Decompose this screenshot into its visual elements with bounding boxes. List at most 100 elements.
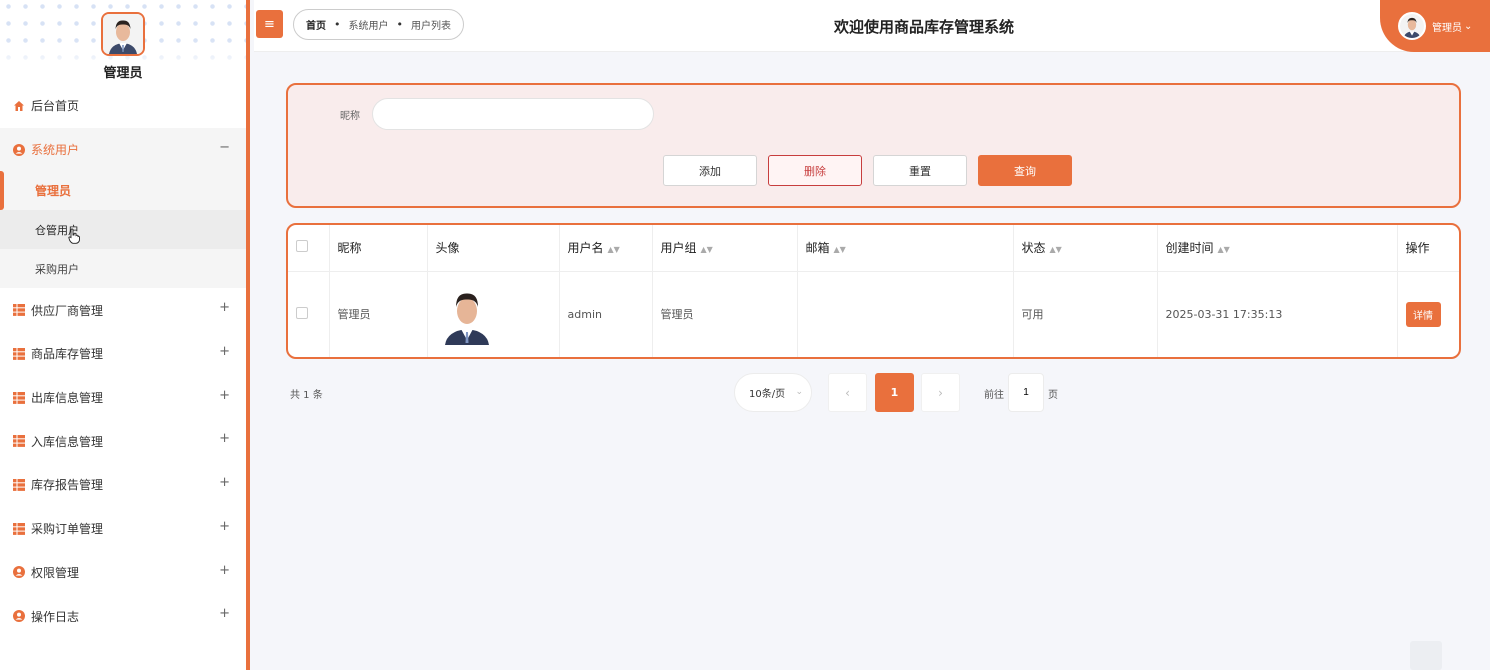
goto-page-input[interactable]: [1008, 373, 1044, 412]
grid-icon: [13, 478, 25, 491]
breadcrumb-item-system-users[interactable]: 系统用户: [349, 17, 389, 32]
sidebar-item-label: 系统用户: [31, 143, 80, 158]
user-table: 昵称 头像 用户名 ▲▼ 用户组 ▲▼ 邮箱 ▲▼ 状态 ▲▼ 创建时间 ▲▼ 操作 管理…: [288, 225, 1459, 357]
sidebar-item-label: 供应厂商管理: [31, 303, 104, 318]
table-row: 管理员 admin 管理员 可用 2025-03-31 17:35:13 详情: [288, 271, 1459, 357]
sidebar-subitem-purchase-users[interactable]: 采购用户: [0, 249, 246, 289]
cell-avatar: [427, 271, 560, 357]
user-circle-icon: [13, 566, 25, 579]
nickname-label: 昵称: [340, 111, 360, 122]
grid-icon: [13, 435, 25, 448]
sidebar-item-inbound[interactable]: 入库信息管理 +: [0, 419, 246, 463]
page-number-button[interactable]: 1: [875, 373, 914, 412]
user-name: 管理员: [1432, 22, 1462, 34]
sidebar-item-outbound[interactable]: 出库信息管理 +: [0, 376, 246, 420]
back-to-top-button[interactable]: [1410, 641, 1442, 670]
expand-icon[interactable]: +: [219, 519, 230, 534]
row-checkbox[interactable]: [296, 306, 308, 319]
expand-icon[interactable]: +: [219, 300, 230, 315]
user-avatar: [1398, 12, 1426, 40]
next-page-button[interactable]: ›: [921, 373, 960, 412]
cell-email: [797, 271, 1014, 357]
cell-created: 2025-03-31 17:35:13: [1157, 271, 1398, 357]
hand-cursor-icon: [68, 228, 80, 247]
breadcrumb-item-user-list[interactable]: 用户列表: [411, 17, 451, 32]
delete-button[interactable]: 删除: [768, 155, 862, 186]
user-menu[interactable]: 管理员 ⌄: [1380, 0, 1490, 52]
column-header[interactable]: 用户名 ▲▼: [559, 225, 653, 272]
home-icon: [13, 100, 25, 112]
column-header: 头像: [427, 225, 560, 272]
sidebar-subitem-admin[interactable]: 管理员: [0, 171, 246, 211]
sidebar-item-label: 出库信息管理: [31, 391, 104, 406]
page-title: 欢迎使用商品库存管理系统: [834, 18, 1015, 36]
expand-icon[interactable]: +: [219, 606, 230, 621]
user-circle-icon: [13, 143, 25, 156]
expand-icon[interactable]: +: [219, 563, 230, 578]
page-size-select[interactable]: 10条/页 ⌄: [734, 373, 812, 412]
sidebar-item-suppliers[interactable]: 供应厂商管理 +: [0, 288, 246, 332]
goto-suffix: 页: [1048, 390, 1058, 401]
sidebar-item-stock-report[interactable]: 库存报告管理 +: [0, 463, 246, 507]
sidebar-item-operation-log[interactable]: 操作日志 +: [0, 594, 246, 638]
top-header: ≡ 首页 • 系统用户 • 用户列表 欢迎使用商品库存管理系统 管理员 ⌄: [254, 0, 1490, 52]
goto-label: 前往: [984, 390, 1004, 401]
sidebar-item-label: 入库信息管理: [31, 434, 104, 449]
sidebar-item-home[interactable]: 后台首页: [0, 84, 246, 128]
column-header[interactable]: 状态 ▲▼: [1013, 225, 1158, 272]
breadcrumb: 首页 • 系统用户 • 用户列表: [293, 9, 464, 40]
page-size-value: 10条/页: [749, 389, 786, 400]
sort-icon: ▲▼: [1217, 245, 1230, 255]
detail-button[interactable]: 详情: [1405, 301, 1441, 327]
sidebar-item-label: 库存报告管理: [31, 478, 104, 493]
cell-status: 可用: [1013, 271, 1158, 357]
expand-icon[interactable]: +: [219, 475, 230, 490]
sidebar-item-label: 后台首页: [31, 99, 80, 114]
user-table-panel: 昵称 头像 用户名 ▲▼ 用户组 ▲▼ 邮箱 ▲▼ 状态 ▲▼ 创建时间 ▲▼ 操作 管理…: [286, 223, 1461, 359]
user-circle-icon: [13, 610, 25, 623]
column-header[interactable]: 用户组 ▲▼: [652, 225, 798, 272]
cell-username: admin: [559, 271, 653, 357]
sidebar-item-purchase-orders[interactable]: 采购订单管理 +: [0, 507, 246, 551]
query-button[interactable]: 查询: [978, 155, 1072, 186]
column-header[interactable]: 邮箱 ▲▼: [797, 225, 1014, 272]
breadcrumb-item-home[interactable]: 首页: [306, 17, 326, 32]
admin-avatar[interactable]: [101, 12, 145, 56]
total-count: 共 1 条: [290, 390, 323, 401]
column-header[interactable]: 创建时间 ▲▼: [1157, 225, 1398, 272]
collapse-icon[interactable]: −: [219, 140, 230, 155]
column-header: 操作: [1397, 225, 1459, 272]
nickname-search-input[interactable]: [372, 98, 654, 130]
expand-icon[interactable]: +: [219, 431, 230, 446]
chevron-down-icon: ⌄: [795, 387, 803, 397]
cell-nickname: 管理员: [329, 271, 428, 357]
grid-icon: [13, 391, 25, 404]
sidebar-item-label: 权限管理: [31, 565, 80, 580]
table-header-row: 昵称 头像 用户名 ▲▼ 用户组 ▲▼ 邮箱 ▲▼ 状态 ▲▼ 创建时间 ▲▼ 操作: [288, 225, 1459, 272]
sort-icon: ▲▼: [1049, 245, 1062, 255]
sidebar-item-permissions[interactable]: 权限管理 +: [0, 551, 246, 595]
select-all-checkbox[interactable]: [296, 240, 308, 253]
sidebar-item-label: 商品库存管理: [31, 347, 104, 362]
reset-button[interactable]: 重置: [873, 155, 967, 186]
column-header: 昵称: [329, 225, 428, 272]
grid-icon: [13, 522, 25, 535]
grid-icon: [13, 347, 25, 360]
sidebar-subitem-warehouse-users[interactable]: 仓管用户: [0, 210, 246, 250]
sidebar-subitem-label: 管理员: [35, 184, 72, 199]
admin-name: 管理员: [103, 66, 143, 81]
add-button[interactable]: 添加: [663, 155, 757, 186]
row-avatar-image: [441, 283, 492, 346]
sidebar-item-stock[interactable]: 商品库存管理 +: [0, 332, 246, 376]
cell-group: 管理员: [652, 271, 798, 357]
sidebar-item-label: 采购订单管理: [31, 522, 104, 537]
expand-icon[interactable]: +: [219, 388, 230, 403]
sort-icon: ▲▼: [833, 245, 846, 255]
sidebar-profile: 管理员: [0, 0, 246, 84]
prev-page-button[interactable]: ‹: [828, 373, 867, 412]
breadcrumb-separator: •: [396, 18, 404, 31]
grid-icon: [13, 304, 25, 317]
sidebar-item-system-users[interactable]: 系统用户 −: [0, 127, 246, 172]
menu-toggle-button[interactable]: ≡: [256, 10, 283, 38]
expand-icon[interactable]: +: [219, 344, 230, 359]
